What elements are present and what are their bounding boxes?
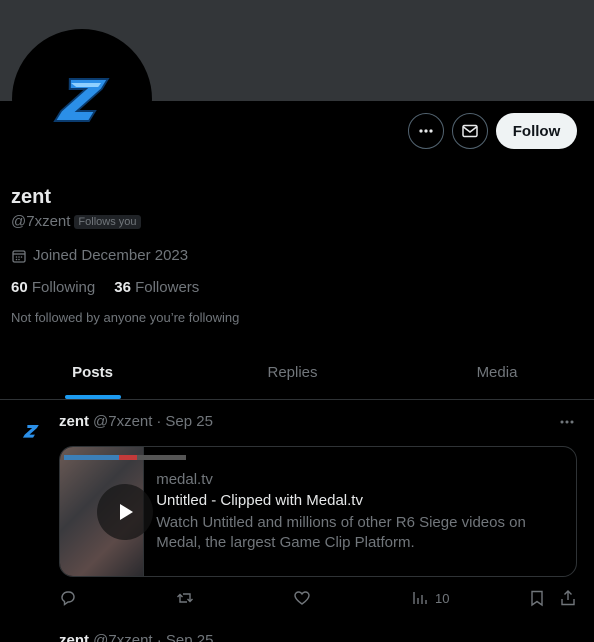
joined-date: Joined December 2023: [11, 247, 188, 264]
repost-icon: [177, 593, 193, 603]
card-thumbnail[interactable]: [60, 447, 186, 576]
joined-label: Joined December 2023: [33, 247, 189, 264]
bookmark-icon: [531, 590, 543, 607]
followers-count: 36: [114, 279, 131, 296]
envelope-icon: [462, 124, 478, 138]
follow-stats: 60 Following 36 Followers: [11, 279, 199, 296]
post-date[interactable]: Sep 25: [165, 413, 213, 430]
profile-tabs: Posts Replies Media: [0, 345, 594, 400]
calendar-icon: [12, 249, 26, 263]
more-horizontal-icon: [419, 129, 433, 133]
handle-row: @7xzent Follows you: [11, 213, 141, 230]
card-description: Watch Untitled and millions of other R6 …: [156, 514, 526, 551]
reply-icon: [61, 591, 75, 606]
post-separator: ·: [156, 413, 162, 430]
post-author-handle[interactable]: @7xzent: [93, 413, 152, 430]
post-actions: 10: [59, 589, 577, 611]
heart-icon: [294, 591, 310, 605]
post-header: zent @7xzent · Sep 25: [59, 413, 213, 430]
message-button[interactable]: [452, 113, 488, 149]
post-more-button[interactable]: [556, 412, 578, 432]
link-card[interactable]: medal.tv Untitled - Clipped with Medal.t…: [59, 446, 577, 577]
post-avatar[interactable]: [16, 416, 46, 446]
following-label: Following: [31, 279, 96, 296]
following-count: 60: [11, 279, 28, 296]
following-link[interactable]: 60 Following: [11, 279, 95, 296]
follow-button[interactable]: Follow: [496, 113, 577, 149]
next-post-handle: @7xzent: [93, 632, 153, 642]
profile-handle: @7xzent: [11, 213, 71, 230]
more-options-button[interactable]: [408, 113, 444, 149]
tab-posts[interactable]: Posts: [0, 345, 185, 399]
followers-link[interactable]: 36 Followers: [114, 279, 199, 296]
views-count: 10: [435, 590, 450, 606]
next-post-header[interactable]: zent @7xzent · Sep 25: [59, 632, 213, 642]
zent-logo-icon: [22, 425, 39, 438]
zent-logo-icon: [53, 78, 110, 122]
play-icon: [120, 504, 133, 520]
card-domain: medal.tv: [156, 471, 213, 488]
profile-name: zent: [11, 186, 51, 208]
followers-label: Followers: [135, 279, 200, 296]
play-button[interactable]: [97, 484, 153, 540]
repost-button[interactable]: [176, 589, 194, 607]
thumbnail-hud: [64, 455, 186, 460]
views-icon: [413, 592, 427, 604]
post-author-name[interactable]: zent: [59, 413, 89, 430]
tab-replies[interactable]: Replies: [185, 345, 400, 399]
tab-media[interactable]: Media: [400, 345, 594, 399]
views-button[interactable]: 10: [411, 589, 449, 607]
card-text: medal.tv Untitled - Clipped with Medal.t…: [144, 447, 576, 576]
share-icon: [561, 590, 575, 606]
card-title: Untitled - Clipped with Medal.tv: [156, 492, 363, 509]
follows-you-badge: Follows you: [74, 214, 141, 229]
bookmark-button[interactable]: [528, 589, 546, 607]
next-post-date: · Sep 25: [156, 632, 214, 642]
more-horizontal-icon: [560, 420, 574, 424]
not-followed-note: Not followed by anyone you’re following: [11, 310, 240, 325]
like-button[interactable]: [293, 589, 311, 607]
profile-avatar[interactable]: [12, 29, 152, 169]
next-post-author: zent: [59, 632, 89, 642]
share-button[interactable]: [559, 589, 577, 607]
reply-button[interactable]: [59, 589, 77, 607]
